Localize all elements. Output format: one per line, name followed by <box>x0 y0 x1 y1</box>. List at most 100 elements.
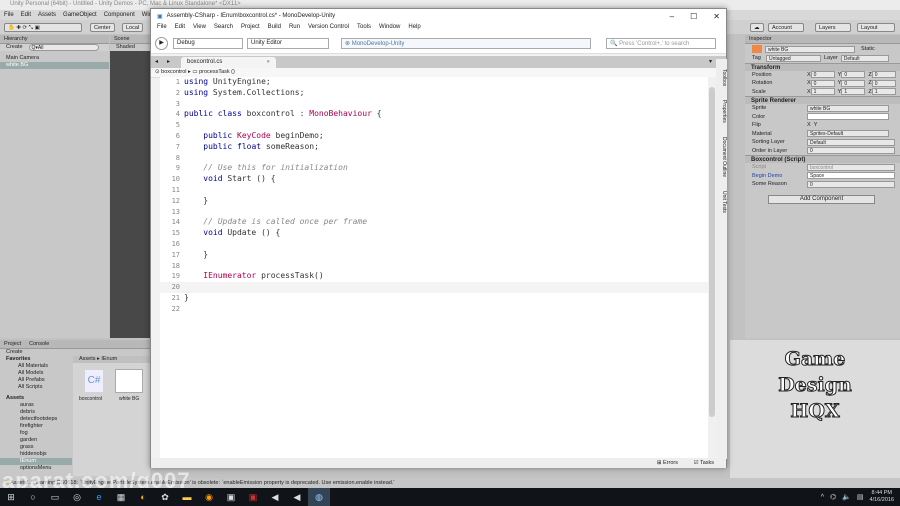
favorite-item[interactable]: All Scripts <box>0 384 72 391</box>
md-menu-tools[interactable]: Tools <box>357 24 371 33</box>
maximize-button[interactable]: ☐ <box>690 12 697 21</box>
tray-chevron-icon[interactable]: ^ <box>821 494 824 501</box>
project-create[interactable]: Create <box>0 349 150 356</box>
target-dropdown[interactable]: Unity Editor <box>247 38 329 49</box>
account-dropdown[interactable]: Account <box>768 23 804 32</box>
pivot-center-button[interactable]: Center <box>90 23 115 32</box>
search-input[interactable]: 🔍 Press 'Control+,' to search <box>606 38 716 49</box>
transform-x-field[interactable]: 1 <box>810 88 835 96</box>
transform-x-field[interactable]: 0 <box>810 79 835 87</box>
csharp-file-icon[interactable]: C# <box>85 370 103 392</box>
tasks-button[interactable]: ☑ Tasks <box>694 460 714 466</box>
some-reason-field[interactable]: 0 <box>807 180 895 188</box>
folder-item[interactable]: hiddenobjs <box>0 451 72 458</box>
clock[interactable]: 8:44 PM 4/16/2016 <box>870 490 894 504</box>
tab-list-icon[interactable]: ▾ <box>709 58 712 65</box>
errors-button[interactable]: ⊞ Errors <box>657 460 678 466</box>
material-field[interactable]: Sprites-Default <box>807 130 889 138</box>
nav-back-icon[interactable]: ◂ <box>155 58 158 65</box>
app-icon[interactable]: ◉ <box>198 488 220 506</box>
sprite-field[interactable]: white BG <box>807 104 889 112</box>
layers-dropdown[interactable]: Layers <box>815 23 851 32</box>
assets-root[interactable]: Assets <box>0 395 72 402</box>
task-view-icon[interactable]: ▭ <box>44 488 66 506</box>
tab-boxcontrol[interactable]: boxcontrol.cs ● <box>181 57 276 68</box>
favorite-item[interactable]: All Materials <box>0 363 72 370</box>
folder-item[interactable]: detectfootsteps <box>0 416 72 423</box>
folder-item[interactable]: debris <box>0 409 72 416</box>
transform-z-field[interactable]: 0 <box>871 79 896 87</box>
app-icon[interactable]: ▣ <box>242 488 264 506</box>
file-boxcontrol[interactable]: boxcontrol <box>79 396 102 402</box>
hierarchy-item-selected[interactable]: white BG <box>0 62 109 69</box>
script-header[interactable]: Boxcontrol (Script) <box>745 155 900 163</box>
app-icon[interactable]: ▣ <box>220 488 242 506</box>
transform-header[interactable]: Transform <box>745 62 900 71</box>
layer-dropdown[interactable]: Default <box>840 54 889 62</box>
properties-tab[interactable]: Properties <box>721 100 727 123</box>
folder-item[interactable]: auras <box>0 402 72 409</box>
add-component-button[interactable]: Add Component <box>768 194 875 204</box>
md-menu-run[interactable]: Run <box>289 24 300 33</box>
volume-icon[interactable]: 🔈 <box>842 493 851 501</box>
search-icon[interactable]: ○ <box>22 488 44 506</box>
transform-x-field[interactable]: 0 <box>810 71 835 79</box>
transform-tools[interactable]: ✋ ✚ ⟳ ⤡ ▣ <box>4 23 82 32</box>
code-editor[interactable]: 1 using UnityEngine; 2 using System.Collect… <box>160 77 717 458</box>
project-tab[interactable]: Project <box>4 341 21 347</box>
unity-icon[interactable]: ◀ <box>264 488 286 506</box>
unity-icon[interactable]: ◀ <box>286 488 308 506</box>
folder-item[interactable]: firefighter <box>0 423 72 430</box>
document-outline-tab[interactable]: Document Outline <box>721 137 727 177</box>
md-menu-help[interactable]: Help <box>408 24 420 33</box>
menu-edit[interactable]: Edit <box>21 12 31 18</box>
favorite-item[interactable]: All Prefabs <box>0 377 72 384</box>
md-menu-project[interactable]: Project <box>241 24 260 33</box>
static-checkbox[interactable]: Static <box>861 46 875 52</box>
sorting-layer-dropdown[interactable]: Default <box>807 138 895 146</box>
md-menu-edit[interactable]: Edit <box>175 24 185 33</box>
notification-icon[interactable]: ▤ <box>857 493 864 501</box>
app-icon[interactable]: ◐ <box>132 488 154 506</box>
hierarchy-tab[interactable]: Hierarchy <box>4 36 28 42</box>
scene-view[interactable]: Scene Shaded <box>110 35 150 338</box>
layout-dropdown[interactable]: Layout <box>857 23 895 32</box>
folder-item[interactable]: grass <box>0 444 72 451</box>
md-menu-version-control[interactable]: Version Control <box>308 24 349 33</box>
folder-item[interactable]: garden <box>0 437 72 444</box>
store-icon[interactable]: ▦ <box>110 488 132 506</box>
editor-scrollbar[interactable] <box>708 77 716 458</box>
md-menu-build[interactable]: Build <box>268 24 281 33</box>
monodevelop-icon[interactable]: ◍ <box>308 488 330 506</box>
sprite-thumbnail[interactable] <box>115 369 143 393</box>
md-menu-window[interactable]: Window <box>379 24 400 33</box>
menu-component[interactable]: Component <box>104 12 135 18</box>
pivot-local-button[interactable]: Local <box>122 23 144 32</box>
breadcrumb-method[interactable]: processTask () <box>199 69 235 75</box>
begin-demo-dropdown[interactable]: Space <box>807 172 895 180</box>
tag-dropdown[interactable]: Untagged <box>766 54 821 62</box>
unit-tests-tab[interactable]: Unit Tests <box>721 191 727 213</box>
app-icon[interactable]: ✿ <box>154 488 176 506</box>
file-white-bg[interactable]: white BG <box>119 396 139 402</box>
favorites-header[interactable]: Favorites <box>0 356 72 363</box>
scene-tab[interactable]: Scene <box>114 36 130 42</box>
md-menu-search[interactable]: Search <box>214 24 233 33</box>
flip-x-checkbox[interactable]: X <box>807 122 811 128</box>
folder-item[interactable]: IEnum <box>0 458 72 465</box>
config-dropdown[interactable]: Debug <box>173 38 243 49</box>
shaded-dropdown[interactable]: Shaded <box>110 44 150 51</box>
toolbox-tab[interactable]: Toolbox <box>721 69 727 86</box>
color-field[interactable] <box>807 113 889 121</box>
inspector-tab[interactable]: Inspector <box>749 36 772 42</box>
tab-close-icon[interactable]: ● <box>266 59 270 65</box>
menu-assets[interactable]: Assets <box>38 12 56 18</box>
menu-gameobject[interactable]: GameObject <box>63 12 97 18</box>
folder-item[interactable]: fog <box>0 430 72 437</box>
transform-y-field[interactable]: 0 <box>841 71 866 79</box>
order-field[interactable]: 0 <box>807 147 895 155</box>
edge-icon[interactable]: e <box>88 488 110 506</box>
run-button[interactable]: ▶ <box>155 37 168 50</box>
console-tab[interactable]: Console <box>29 341 49 347</box>
hierarchy-search[interactable]: Q▾All <box>28 44 99 51</box>
